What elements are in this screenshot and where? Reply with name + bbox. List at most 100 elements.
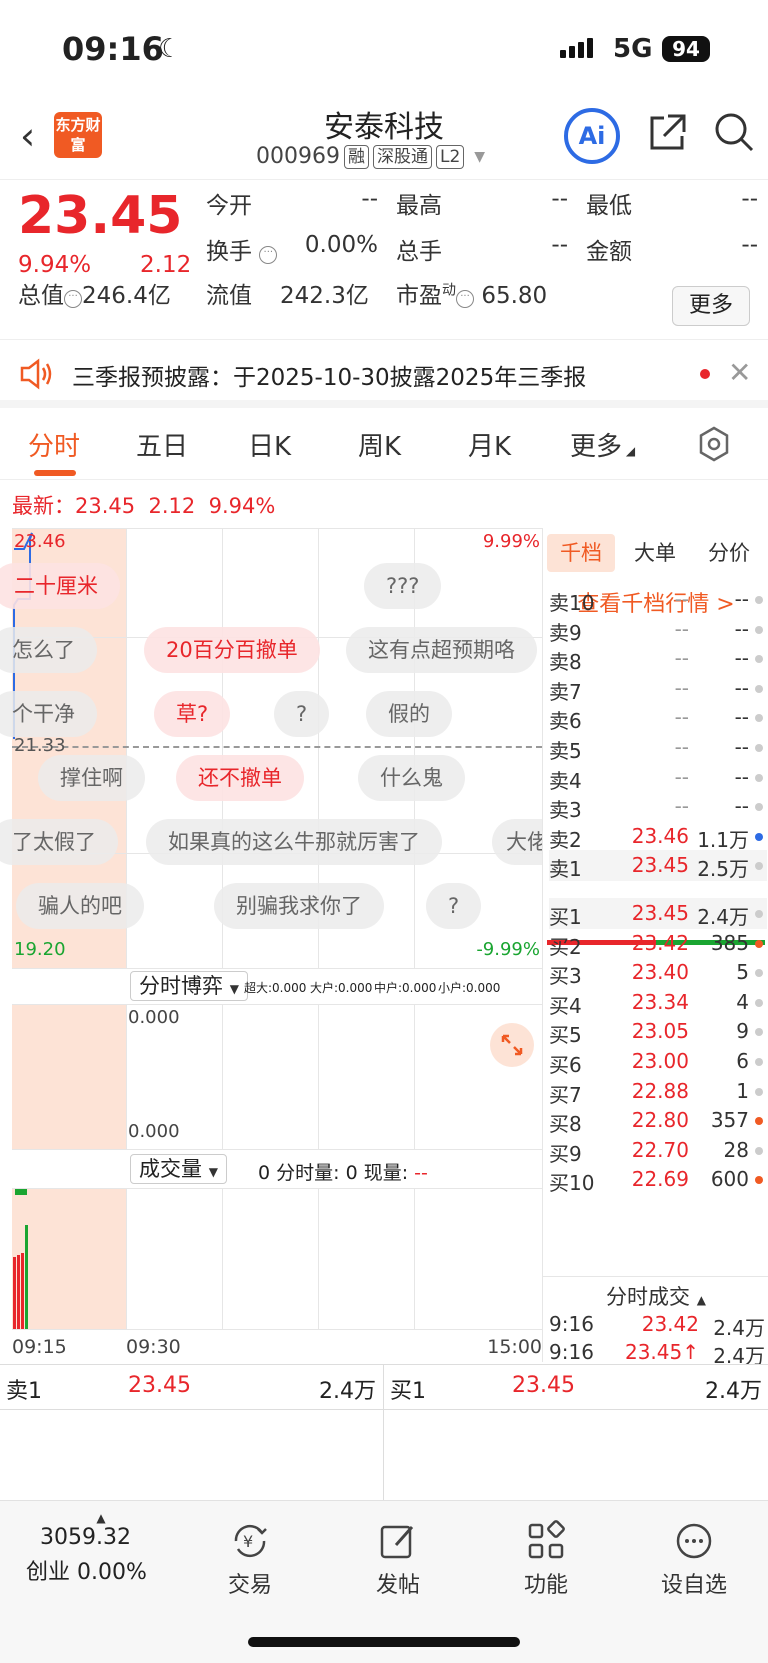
volume-panel[interactable] xyxy=(12,1188,542,1330)
level-price: 23.05 xyxy=(631,1019,689,1044)
danmu-comment[interactable]: ??? xyxy=(364,563,442,609)
ask-level-row[interactable]: 卖6 -- -- xyxy=(549,702,767,733)
current-price: 23.45 xyxy=(18,186,183,246)
level-name: 卖2 xyxy=(549,827,582,852)
ask-level-row[interactable]: 卖1 23.45 2.5万 xyxy=(549,850,767,882)
level-volume: 385 xyxy=(710,930,749,955)
danmu-comment[interactable]: 大佬 xyxy=(492,819,542,865)
bid-level-row[interactable]: 买1 23.45 2.4万 xyxy=(549,898,767,929)
tab-more[interactable]: 更多 ◢ xyxy=(570,426,635,463)
danmu-comment[interactable]: ? xyxy=(426,883,482,929)
gear-icon[interactable] xyxy=(696,426,732,462)
ask-level-row[interactable]: 卖8 -- -- xyxy=(549,643,767,674)
battery-icon: 94 xyxy=(662,36,710,62)
ask-level-row[interactable]: 卖2 23.46 1.1万 xyxy=(549,821,767,852)
ask-level-row[interactable]: 卖10 -- -- xyxy=(549,584,767,615)
turnover-label: 换手 ··· xyxy=(206,232,278,266)
intraday-chart[interactable]: 23.46 9.99% 21.33 19.20 -9.99% 二十厘米 ??? … xyxy=(0,528,542,969)
best-ask-volume: 2.4万 xyxy=(319,1379,376,1404)
ai-button[interactable]: Ai xyxy=(564,108,620,164)
level-price: -- xyxy=(674,705,689,730)
ask-level-row[interactable]: 卖3 -- -- xyxy=(549,791,767,822)
bid-level-row[interactable]: 买8 22.80 357 xyxy=(549,1105,767,1136)
bid-level-row[interactable]: 买9 22.70 28 xyxy=(549,1135,767,1166)
danmu-comment[interactable]: 骗人的吧 xyxy=(16,883,144,929)
tab-five-day[interactable]: 五日 xyxy=(136,426,188,463)
moon-icon: ☾ xyxy=(158,34,182,64)
tab-monthly-k[interactable]: 月K xyxy=(468,426,511,463)
share-icon[interactable] xyxy=(646,112,688,154)
bid-level-row[interactable]: 买6 23.00 6 xyxy=(549,1046,767,1077)
level-volume: 2.4万 xyxy=(697,905,749,929)
tab-daily-k[interactable]: 日K xyxy=(248,426,291,463)
ask-level-row[interactable]: 卖9 -- -- xyxy=(549,614,767,645)
signal-icon xyxy=(560,38,593,58)
high-label: 最高 xyxy=(396,193,442,219)
level-name: 卖4 xyxy=(549,768,582,793)
pe-value: 65.80 xyxy=(481,283,548,309)
index-pct: 0.00% xyxy=(77,1560,147,1585)
expand-icon[interactable] xyxy=(490,1023,534,1067)
level-name: 卖6 xyxy=(549,709,582,734)
danmu-comment[interactable]: 还不撤单 xyxy=(176,755,304,801)
bid-level-row[interactable]: 买4 23.34 4 xyxy=(549,987,767,1018)
index-name: 创业 xyxy=(26,1560,71,1585)
danmu-comment[interactable]: 撑住啊 xyxy=(38,755,145,801)
tab-weekly-k[interactable]: 周K xyxy=(358,426,401,463)
indicator-select[interactable]: 分时博弈 ▼ xyxy=(130,971,248,1001)
search-icon[interactable] xyxy=(712,110,756,154)
danmu-comment[interactable]: 假的 xyxy=(366,691,452,737)
functions-button[interactable]: 功能 xyxy=(486,1519,606,1599)
ask-level-row[interactable]: 卖4 -- -- xyxy=(549,762,767,793)
bid-level-row[interactable]: 买7 22.88 1 xyxy=(549,1076,767,1107)
danmu-comment[interactable]: 怎么了 xyxy=(0,627,97,673)
add-watchlist-button[interactable]: 设自选 xyxy=(634,1519,754,1599)
level-price: -- xyxy=(674,764,689,789)
tab-depth[interactable]: 千档 xyxy=(547,534,615,572)
level-dot xyxy=(755,596,763,604)
danmu-comment[interactable]: 别骗我求你了 xyxy=(214,883,384,929)
info-icon[interactable]: ··· xyxy=(259,246,278,264)
danmu-comment[interactable]: 这有点超预期咯 xyxy=(346,627,537,673)
trade-button[interactable]: ¥ 交易 xyxy=(190,1519,310,1599)
danmu-comment[interactable]: 20百分百撤单 xyxy=(144,627,320,673)
danmu-comment[interactable]: 了太假了 xyxy=(0,819,118,865)
level-price: -- xyxy=(674,616,689,641)
notice-bar[interactable]: 三季报预披露：于2025-10-30披露2025年三季报 ✕ xyxy=(0,342,768,408)
bid-level-row[interactable]: 买3 23.40 5 xyxy=(549,957,767,988)
bid-level-row[interactable]: 买10 22.69 600 xyxy=(549,1164,767,1195)
index-ticker[interactable]: ▲ 3059.32 创业 0.00% xyxy=(26,1511,176,1586)
bid-level-row[interactable]: 买2 23.42 385 xyxy=(549,928,767,959)
time-start: 09:15 xyxy=(12,1336,67,1358)
info-icon[interactable]: ··· xyxy=(456,290,474,308)
open-value: -- xyxy=(361,186,378,212)
danmu-comment[interactable]: 草? xyxy=(154,691,231,737)
volume-select[interactable]: 成交量 ▼ xyxy=(130,1154,227,1184)
danmu-comment[interactable]: 二十厘米 xyxy=(0,563,120,609)
float-label: 流值 xyxy=(206,283,252,309)
level-volume: -- xyxy=(734,794,749,819)
low-label: 最低 xyxy=(586,193,632,219)
stock-code-row[interactable]: 000969 融 深股通 L2 ▼ xyxy=(256,144,485,169)
ask-level-row[interactable]: 卖5 -- -- xyxy=(549,732,767,763)
danmu-comment[interactable]: ? xyxy=(274,691,330,737)
bid-level-row[interactable]: 买5 23.05 9 xyxy=(549,1016,767,1047)
more-button[interactable]: 更多 xyxy=(672,286,750,326)
danmu-comment[interactable]: 个干净 xyxy=(0,691,97,737)
game-indicator-panel[interactable]: 0.000 0.000 xyxy=(12,1004,542,1150)
tab-intraday[interactable]: 分时 xyxy=(28,426,80,463)
time-axis: 09:15 09:30 15:00 xyxy=(12,1336,542,1362)
level-dot xyxy=(755,625,763,634)
ask-level-row[interactable]: 卖7 -- -- xyxy=(549,673,767,704)
tab-large-orders[interactable]: 大单 xyxy=(621,534,689,572)
info-icon[interactable]: ··· xyxy=(64,290,82,308)
danmu-comment[interactable]: 如果真的这么牛那就厉害了 xyxy=(146,819,442,865)
grid-icon xyxy=(486,1519,606,1563)
post-button[interactable]: 发帖 xyxy=(338,1519,458,1599)
home-indicator[interactable] xyxy=(248,1637,520,1647)
close-icon[interactable]: ✕ xyxy=(728,356,751,389)
trades-header[interactable]: 分时成交 ▲ xyxy=(543,1276,768,1311)
level-price: 23.42 xyxy=(631,930,689,955)
danmu-comment[interactable]: 什么鬼 xyxy=(358,755,465,801)
tab-price-dist[interactable]: 分价 xyxy=(695,534,763,572)
